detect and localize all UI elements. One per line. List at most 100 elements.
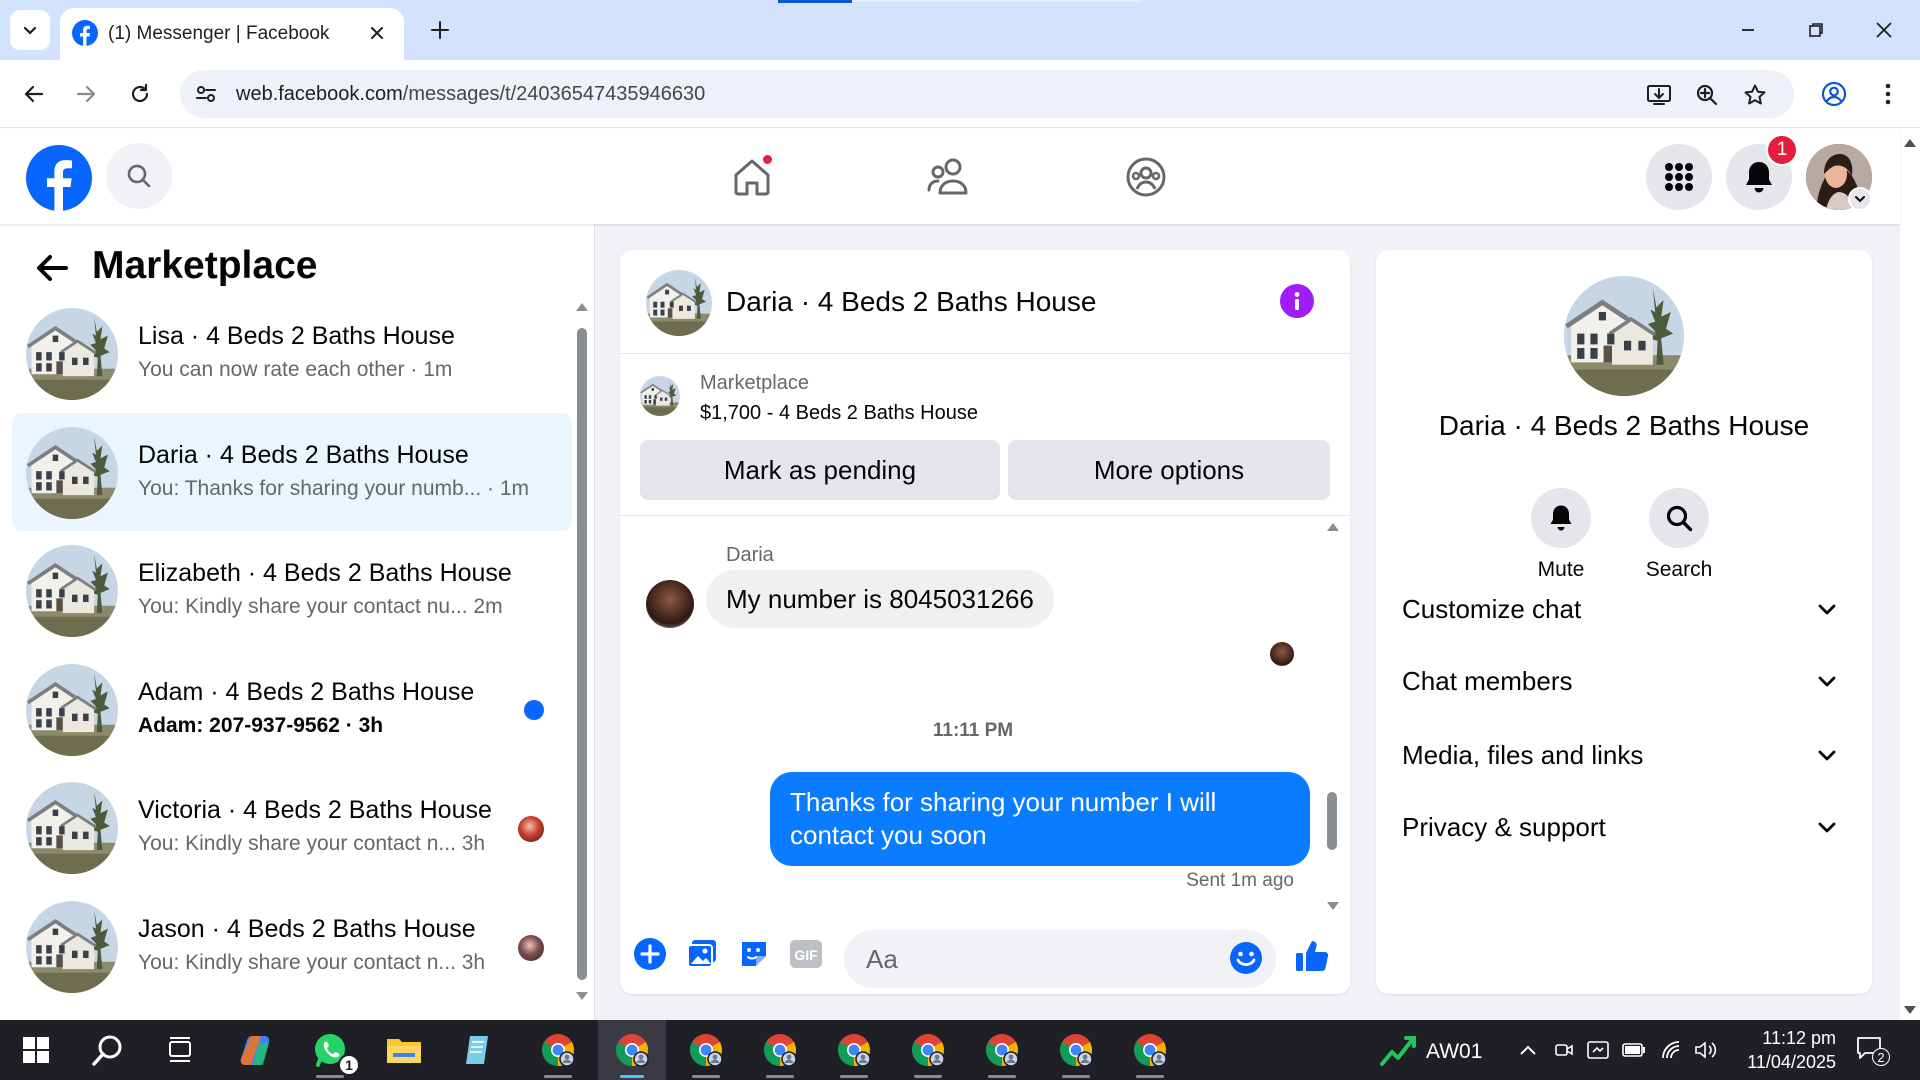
info-section-row[interactable]: Privacy & support (1376, 792, 1872, 864)
show-hidden-icons-button[interactable] (1516, 1038, 1540, 1062)
thread-scroll-thumb[interactable] (1327, 792, 1337, 850)
chrome-taskbar-icon[interactable] (1116, 1020, 1184, 1080)
restore-button[interactable] (1794, 10, 1838, 50)
sticker-button[interactable] (736, 936, 772, 972)
back-arrow-button[interactable] (32, 248, 72, 288)
more-actions-button[interactable] (632, 936, 668, 972)
site-settings-icon[interactable] (194, 82, 218, 106)
nav-groups[interactable] (1118, 149, 1174, 205)
zoom-button[interactable] (1694, 82, 1720, 108)
chat-title[interactable]: Daria · 4 Beds 2 Baths House (726, 286, 1096, 318)
conversation-scroll-thumb[interactable] (577, 328, 587, 980)
taskbar-clock[interactable]: 11:12 pm 11/04/2025 (1728, 1026, 1836, 1074)
address-bar[interactable]: web.facebook.com/messages/t/240365474359… (180, 70, 1794, 118)
conversation-item[interactable]: Adam · 4 Beds 2 Baths House Adam: 207-937… (12, 650, 572, 769)
mute-action[interactable]: Mute (1506, 488, 1616, 582)
page-scrollbar[interactable] (1900, 129, 1920, 1020)
chrome-taskbar-icon[interactable] (1042, 1020, 1110, 1080)
chrome-taskbar-icon[interactable] (894, 1020, 962, 1080)
profile-button[interactable] (1814, 74, 1854, 114)
listing-thumbnail[interactable] (640, 376, 680, 416)
read-receipt-avatar (1270, 642, 1294, 666)
listing-title[interactable]: $1,700 - 4 Beds 2 Baths House (700, 402, 978, 425)
mark-as-pending-button[interactable]: Mark as pending (640, 440, 1000, 500)
tab-search-button[interactable] (10, 10, 50, 50)
info-section-row[interactable]: Customize chat (1376, 574, 1872, 646)
gif-button[interactable]: GIF (788, 936, 824, 972)
chrome-taskbar-icon[interactable] (968, 1020, 1036, 1080)
chevron-down-icon (1855, 196, 1865, 203)
chevron-up-icon (1520, 1045, 1536, 1055)
chrome-taskbar-icon[interactable] (820, 1020, 888, 1080)
send-like-button[interactable] (1292, 936, 1332, 976)
chat-thumbnail[interactable] (646, 270, 712, 336)
aw01-tray-app[interactable]: AW01 (1380, 1030, 1500, 1070)
chrome-taskbar-icon[interactable] (672, 1020, 740, 1080)
network-tray-icon[interactable] (1660, 1038, 1684, 1062)
conversation-name: Daria · 4 Beds 2 Baths House (138, 440, 469, 469)
nav-home[interactable] (724, 149, 780, 205)
home-notification-dot (761, 153, 774, 166)
meet-tray-icon[interactable] (1552, 1038, 1576, 1062)
info-section-row[interactable]: Media, files and links (1376, 720, 1872, 792)
plus-icon (431, 21, 449, 39)
mute-button[interactable] (1531, 488, 1591, 548)
outgoing-message[interactable]: Thanks for sharing your number I will co… (770, 772, 1310, 866)
tab-close-button[interactable] (364, 20, 390, 46)
chrome-taskbar-icon[interactable] (746, 1020, 814, 1080)
conversation-item[interactable]: Daria · 4 Beds 2 Baths House You: Thanks … (12, 412, 572, 532)
house-listing-photo (26, 663, 118, 756)
conversation-preview: You: Kindly share your contact n... 3h (138, 832, 486, 856)
emoji-button[interactable] (1228, 940, 1264, 976)
window-close-button[interactable] (1862, 10, 1906, 50)
folder-icon (387, 1039, 421, 1063)
url-text[interactable]: web.facebook.com/messages/t/240365474359… (236, 83, 705, 106)
facebook-logo-icon[interactable] (26, 145, 92, 211)
notification-center-button[interactable]: 2 (1856, 1036, 1890, 1066)
wifi-icon (1662, 1041, 1680, 1059)
sender-avatar[interactable] (646, 580, 694, 628)
bookmark-button[interactable] (1742, 82, 1768, 108)
copilot-taskbar-icon[interactable] (222, 1020, 290, 1080)
taskbar-search-button[interactable] (74, 1020, 142, 1080)
chrome-taskbar-icon[interactable] (524, 1020, 592, 1080)
conversation-info-button[interactable] (1280, 284, 1314, 318)
incoming-message[interactable]: My number is 8045031266 (706, 570, 1054, 628)
menu-button[interactable] (1646, 144, 1712, 210)
photo-icon (687, 940, 716, 968)
volume-tray-icon[interactable] (1694, 1038, 1718, 1062)
browser-tab[interactable]: (1) Messenger | Facebook (60, 8, 404, 60)
search-in-chat-button[interactable] (1649, 488, 1709, 548)
message-input[interactable] (844, 930, 1276, 988)
file-explorer-taskbar-icon[interactable] (370, 1020, 438, 1080)
chrome-taskbar-icon[interactable] (598, 1020, 666, 1080)
reload-button[interactable] (120, 74, 160, 114)
battery-tray-icon[interactable] (1622, 1038, 1646, 1062)
info-section-row[interactable]: Chat members (1376, 646, 1872, 718)
chrome-icon (838, 1034, 871, 1067)
task-view-button[interactable] (146, 1020, 214, 1080)
conversation-item[interactable]: Victoria · 4 Beds 2 Baths House You: Kind… (12, 768, 572, 887)
install-app-button[interactable] (1646, 82, 1672, 108)
facebook-search-button[interactable] (106, 143, 172, 209)
conversation-item[interactable]: Lisa · 4 Beds 2 Baths House You can now r… (12, 294, 572, 413)
browser-menu-button[interactable] (1868, 74, 1908, 114)
start-button[interactable] (2, 1020, 70, 1080)
screen-capture-tray-icon[interactable] (1586, 1038, 1610, 1062)
conversation-item[interactable]: Elizabeth · 4 Beds 2 Baths House You: Kin… (12, 531, 572, 650)
windows-taskbar: 1 AW01 11:12 pm 11/04/2025 2 (0, 1020, 1920, 1080)
more-options-button[interactable]: More options (1008, 440, 1330, 500)
running-indicator (316, 1075, 344, 1078)
account-menu-chevron[interactable] (1848, 187, 1872, 211)
new-tab-button[interactable] (424, 14, 456, 46)
thread-scrollbar-arrows[interactable] (1326, 522, 1340, 912)
forward-button[interactable] (66, 74, 106, 114)
conversation-item[interactable]: Jason · 4 Beds 2 Baths House You: Kindly … (12, 887, 572, 1006)
attach-photo-button[interactable] (684, 936, 720, 972)
nav-friends[interactable] (920, 149, 976, 205)
search-action[interactable]: Search (1624, 488, 1734, 582)
notepad-taskbar-icon[interactable] (444, 1020, 512, 1080)
minimize-button[interactable] (1726, 10, 1770, 50)
info-thumbnail[interactable] (1564, 276, 1684, 396)
back-button[interactable] (14, 74, 54, 114)
